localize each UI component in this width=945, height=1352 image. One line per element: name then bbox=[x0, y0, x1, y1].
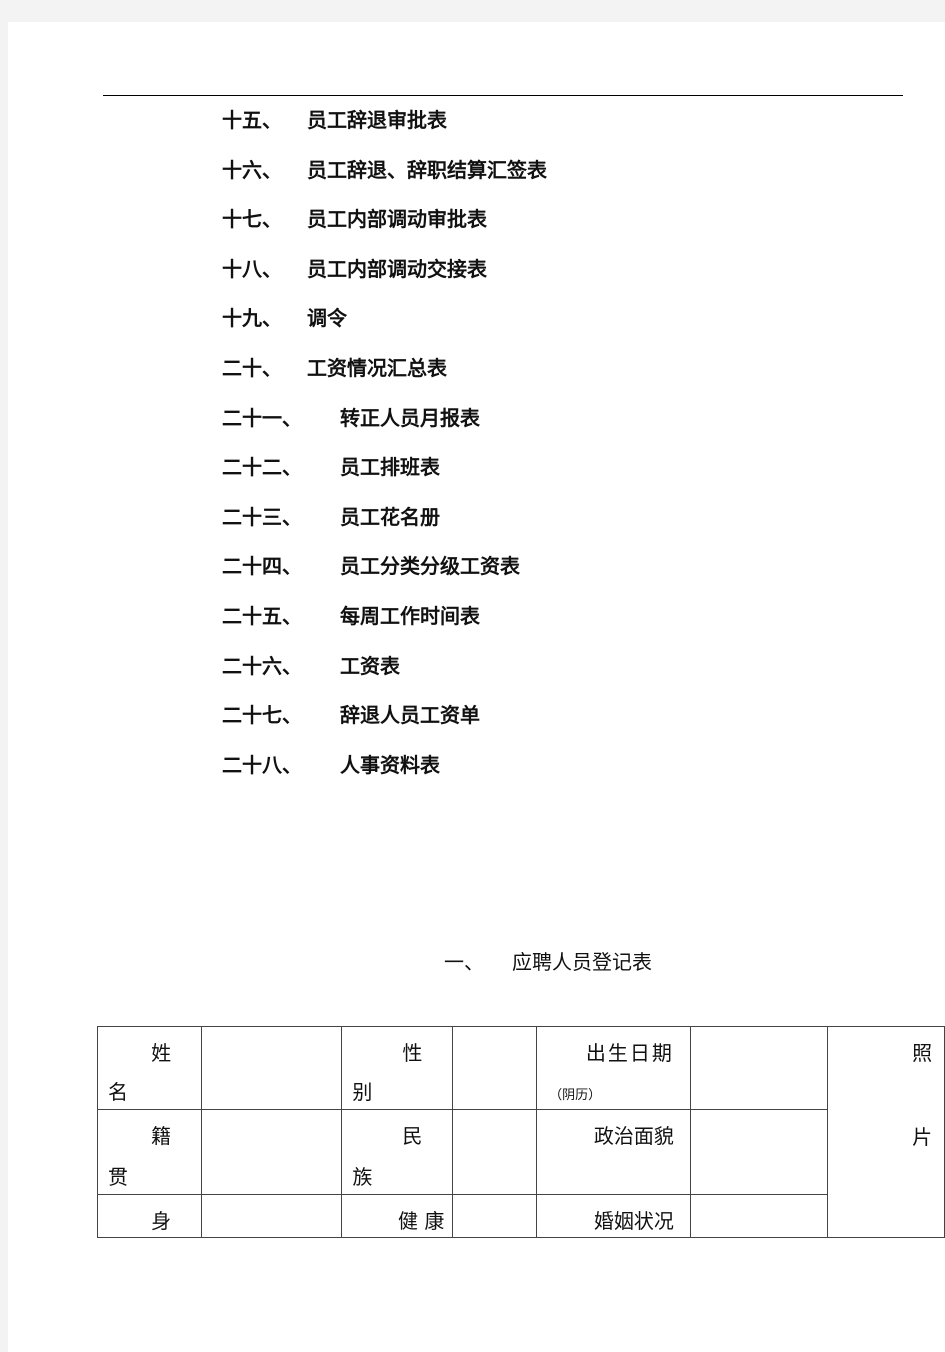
toc-title: 员工辞退审批表 bbox=[307, 108, 447, 132]
label-text: 籍 bbox=[151, 1124, 172, 1148]
label-native-place: 籍贯 bbox=[96, 1109, 203, 1195]
political-status-field[interactable] bbox=[689, 1109, 829, 1195]
label-name: 姓名 bbox=[96, 1026, 203, 1110]
label-text: 别 bbox=[352, 1080, 373, 1104]
toc-item: 二十六、 工资表 bbox=[222, 653, 400, 678]
section-heading: 一、 应聘人员登记表 bbox=[444, 950, 652, 974]
id-field[interactable] bbox=[201, 1194, 343, 1238]
label-text: 片 bbox=[912, 1125, 933, 1149]
label-health: 健 康 bbox=[341, 1194, 454, 1238]
label-text: 身 bbox=[151, 1209, 172, 1233]
toc-number: 二十八、 bbox=[222, 752, 302, 777]
name-field[interactable] bbox=[201, 1026, 343, 1110]
toc-item: 十七、 员工内部调动审批表 bbox=[222, 207, 487, 232]
toc-number: 二十五、 bbox=[222, 604, 302, 628]
label-text: 婚姻状况 bbox=[593, 1209, 674, 1233]
label-text: 族 bbox=[352, 1165, 373, 1189]
toc-item: 二十一、 转正人员月报表 bbox=[222, 405, 480, 430]
gender-field[interactable] bbox=[452, 1026, 538, 1110]
toc-number: 十九、 bbox=[222, 306, 282, 331]
toc-title: 员工花名册 bbox=[340, 504, 440, 529]
toc-number: 二十二、 bbox=[222, 455, 302, 480]
toc-title: 辞退人员工资单 bbox=[340, 703, 480, 728]
toc-item: 二十七、 辞退人员工资单 bbox=[222, 703, 480, 728]
toc-item: 十六、 员工辞退、辞职结算汇签表 bbox=[222, 157, 547, 182]
label-text: 性 bbox=[402, 1041, 423, 1065]
label-birth-date: 出生日期 （阴历） bbox=[536, 1026, 691, 1110]
toc-number: 二十七、 bbox=[222, 703, 302, 728]
section-number: 一、 bbox=[444, 950, 484, 974]
label-text: 政治面貌 bbox=[593, 1124, 674, 1148]
toc-item: 二十八、 人事资料表 bbox=[222, 752, 440, 777]
toc-title: 每周工作时间表 bbox=[340, 604, 480, 628]
label-text: 姓 bbox=[151, 1041, 172, 1065]
toc-number: 二十一、 bbox=[222, 405, 302, 430]
toc-number: 十五、 bbox=[222, 108, 282, 132]
toc-title: 转正人员月报表 bbox=[340, 405, 480, 430]
header-rule bbox=[103, 95, 903, 96]
marital-status-field[interactable] bbox=[689, 1194, 829, 1238]
toc-title: 人事资料表 bbox=[340, 752, 440, 777]
toc-number: 二十、 bbox=[222, 356, 282, 380]
toc-number: 十八、 bbox=[222, 256, 282, 281]
label-text: 贯 bbox=[108, 1165, 128, 1189]
toc-item: 十九、 调令 bbox=[222, 306, 347, 331]
label-text: 出生日期 bbox=[585, 1041, 674, 1065]
label-note: （阴历） bbox=[549, 1088, 602, 1103]
label-text: 健 康 bbox=[397, 1209, 445, 1233]
toc-item: 十八、 员工内部调动交接表 bbox=[222, 256, 487, 281]
toc-number: 十七、 bbox=[222, 207, 282, 232]
toc-title: 调令 bbox=[307, 306, 347, 331]
toc-item: 十五、 员工辞退审批表 bbox=[222, 108, 447, 132]
label-marital-status: 婚姻状况 bbox=[536, 1194, 691, 1238]
toc-number: 二十三、 bbox=[222, 504, 302, 529]
toc-title: 员工分类分级工资表 bbox=[340, 554, 520, 579]
toc-item: 二十三、 员工花名册 bbox=[222, 504, 440, 529]
health-field[interactable] bbox=[452, 1194, 538, 1238]
toc-title: 员工内部调动交接表 bbox=[307, 256, 487, 281]
toc-item: 二十二、 员工排班表 bbox=[222, 455, 440, 480]
toc-number: 二十四、 bbox=[222, 554, 302, 579]
toc-item: 二十、 工资情况汇总表 bbox=[222, 356, 447, 380]
section-title: 应聘人员登记表 bbox=[512, 950, 652, 974]
toc-title: 员工内部调动审批表 bbox=[307, 207, 487, 232]
native-place-field[interactable] bbox=[201, 1109, 343, 1195]
label-text: 民 bbox=[402, 1124, 423, 1148]
ethnicity-field[interactable] bbox=[452, 1109, 538, 1195]
label-gender: 性别 bbox=[341, 1026, 454, 1110]
toc-title: 工资情况汇总表 bbox=[307, 356, 447, 380]
toc-title: 工资表 bbox=[340, 653, 400, 678]
toc-title: 员工排班表 bbox=[340, 455, 440, 480]
toc-title: 员工辞退、辞职结算汇签表 bbox=[307, 157, 547, 182]
birth-date-field[interactable] bbox=[689, 1026, 829, 1110]
toc-item: 二十五、 每周工作时间表 bbox=[222, 604, 480, 628]
applicant-registration-form: 姓名 性别 出生日期 （阴历） 照片 籍贯 民族 政治面貌 身 健 康 婚姻状况 bbox=[96, 1026, 945, 1238]
photo-cell: 照片 bbox=[827, 1026, 945, 1238]
label-text: 名 bbox=[108, 1080, 128, 1104]
label-id: 身 bbox=[96, 1194, 203, 1238]
toc-item: 二十四、 员工分类分级工资表 bbox=[222, 554, 520, 579]
label-ethnicity: 民族 bbox=[341, 1109, 454, 1195]
label-text: 照 bbox=[912, 1041, 933, 1065]
toc-number: 十六、 bbox=[222, 157, 282, 182]
label-political-status: 政治面貌 bbox=[536, 1109, 691, 1195]
toc-number: 二十六、 bbox=[222, 653, 302, 678]
